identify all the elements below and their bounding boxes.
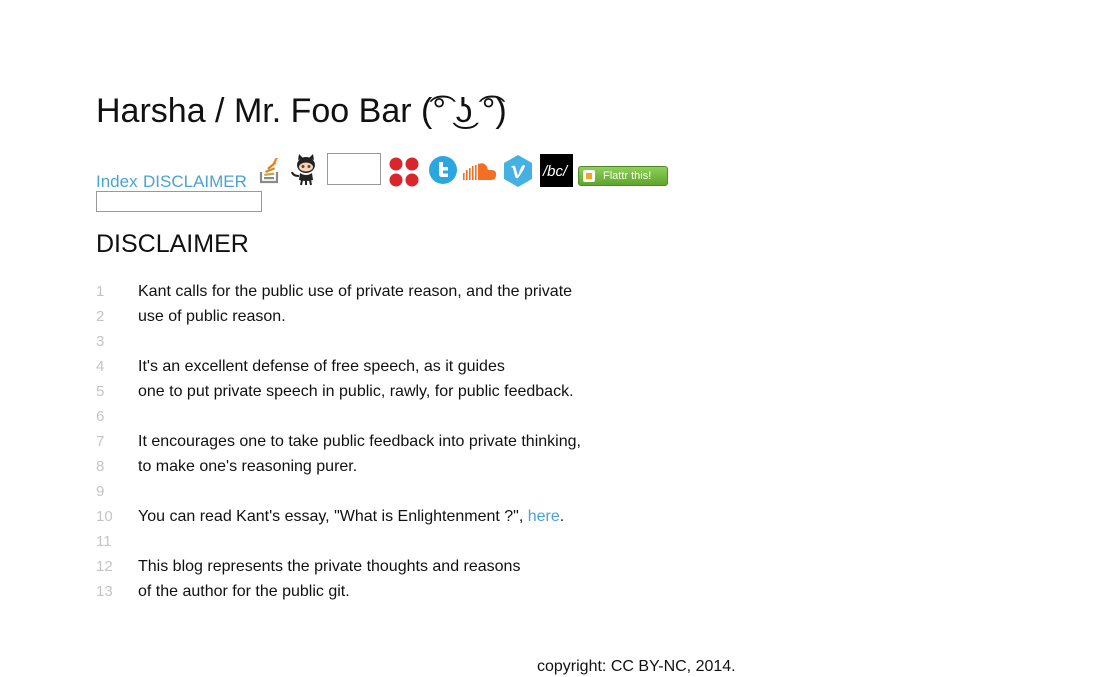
- code-line: 11: [96, 529, 696, 554]
- line-number: 1: [96, 283, 105, 300]
- code-line: 5 one to put private speech in public, r…: [96, 379, 696, 404]
- line-text: one to put private speech in public, raw…: [138, 383, 574, 400]
- search-input[interactable]: [96, 191, 262, 212]
- line-text-before-link: You can read Kant's essay, "What is Enli…: [138, 508, 528, 525]
- post-title: DISCLAIMER: [96, 230, 249, 258]
- flickr-dots-icon[interactable]: [388, 156, 420, 188]
- code-line: 8 to make one's reasoning purer.: [96, 454, 696, 479]
- page: Harsha / Mr. Foo Bar (͡° ͜ʖ ͡°) Index DI…: [0, 0, 1096, 677]
- line-text: of the author for the public git.: [138, 583, 350, 600]
- line-text-after-link: .: [559, 508, 565, 525]
- line-number: 6: [96, 408, 105, 425]
- site-title[interactable]: Harsha / Mr. Foo Bar (͡° ͜ʖ ͡°): [96, 92, 507, 130]
- line-number: 9: [96, 483, 105, 500]
- line-number: 4: [96, 358, 105, 375]
- line-text: This blog represents the private thought…: [138, 558, 521, 575]
- line-number: 11: [96, 533, 112, 550]
- code-line: 1 Kant calls for the public use of priva…: [96, 279, 696, 304]
- line-number: 7: [96, 433, 105, 450]
- footer-copyright: copyright: CC BY-NC, 2014.: [537, 658, 736, 675]
- line-number: 12: [96, 558, 113, 575]
- line-number: 10: [96, 508, 113, 525]
- code-line: 9: [96, 479, 696, 504]
- code-line: 4 It's an excellent defense of free spee…: [96, 354, 696, 379]
- github-octocat-icon[interactable]: [289, 154, 323, 186]
- code-line: 10 You can read Kant's essay, "What is E…: [96, 504, 696, 529]
- soundcloud-icon[interactable]: [462, 160, 498, 182]
- flattr-label: Flattr this!: [603, 170, 652, 182]
- nav-link-index[interactable]: Index: [96, 172, 138, 192]
- code-line: 3: [96, 329, 696, 354]
- nav-bar: Index DISCLAIMER /bc/ Flattr this!: [96, 153, 696, 192]
- line-number: 5: [96, 383, 105, 400]
- stackoverflow-icon[interactable]: [259, 158, 281, 184]
- code-line: 7 It encourages one to take public feedb…: [96, 429, 696, 454]
- line-number: 8: [96, 458, 105, 475]
- nav-link-disclaimer[interactable]: DISCLAIMER: [143, 172, 247, 192]
- code-line: 2 use of public reason.: [96, 304, 696, 329]
- vimeo-icon[interactable]: [502, 154, 534, 188]
- line-text: It's an excellent defense of free speech…: [138, 358, 505, 375]
- disclaimer-code-block: 1 Kant calls for the public use of priva…: [96, 279, 696, 604]
- code-line: 12 This blog represents the private thou…: [96, 554, 696, 579]
- line-text: to make one's reasoning purer.: [138, 458, 358, 475]
- blank-badge[interactable]: [327, 153, 381, 185]
- twitter-icon[interactable]: [428, 155, 458, 185]
- svg-text:/bc/: /bc/: [542, 163, 569, 180]
- code-line: 13 of the author for the public git.: [96, 579, 696, 604]
- flattr-button[interactable]: Flattr this!: [578, 166, 668, 186]
- code-line: 6: [96, 404, 696, 429]
- line-text: Kant calls for the public use of private…: [138, 283, 573, 300]
- line-text: use of public reason.: [138, 308, 286, 325]
- line-number: 2: [96, 308, 105, 325]
- kant-essay-link[interactable]: here: [528, 508, 560, 525]
- line-number: 13: [96, 583, 113, 600]
- line-text: You can read Kant's essay, "What is Enli…: [138, 504, 564, 529]
- line-number: 3: [96, 333, 105, 350]
- bandcamp-icon[interactable]: /bc/: [540, 154, 573, 187]
- line-text: It encourages one to take public feedbac…: [138, 433, 581, 450]
- flattr-logo-icon: [583, 170, 595, 182]
